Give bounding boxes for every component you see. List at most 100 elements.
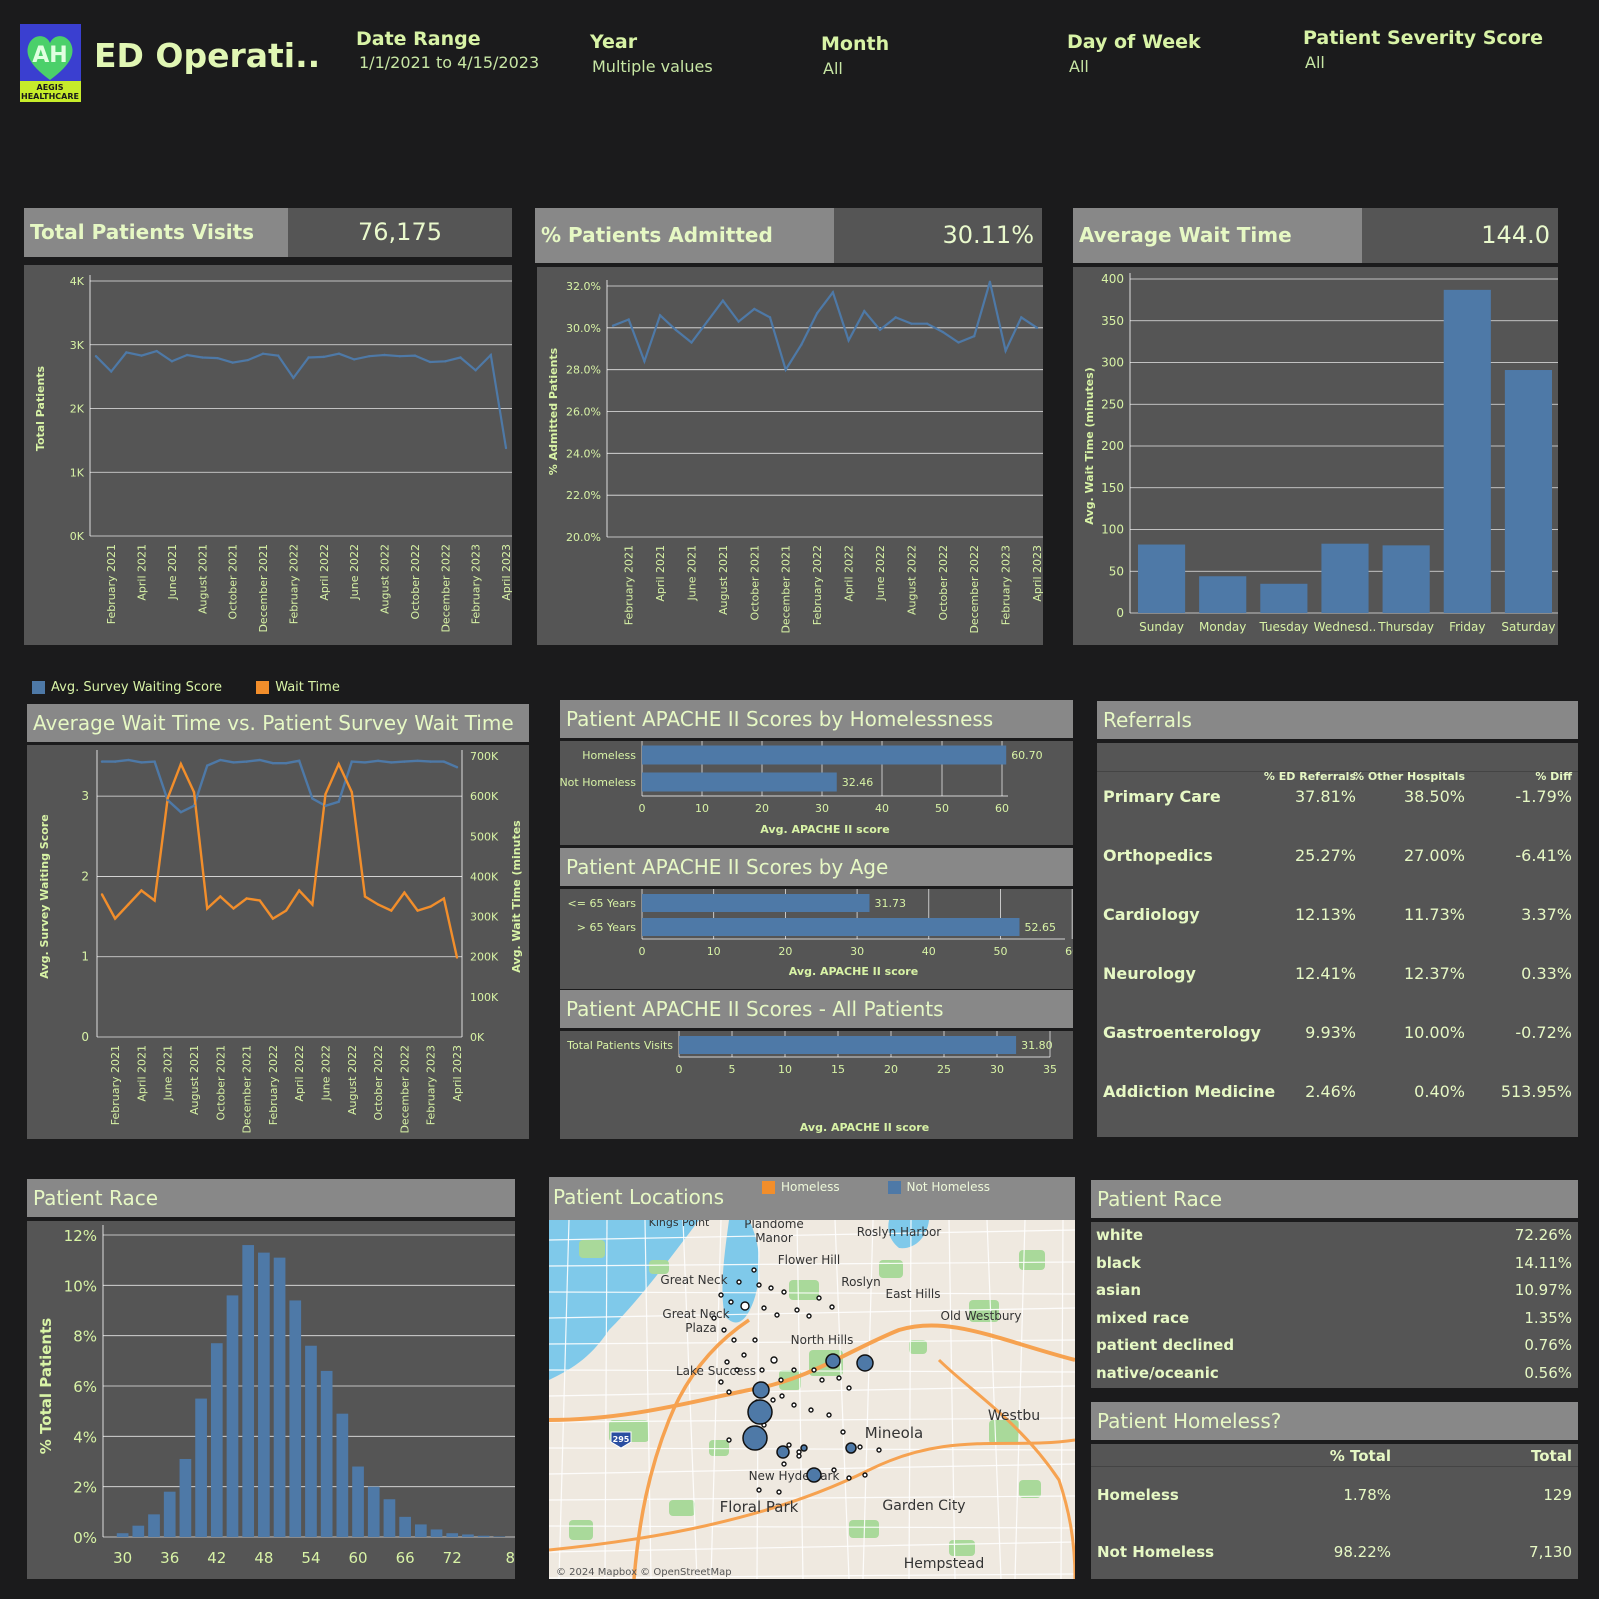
patient-location-dot — [794, 1307, 800, 1313]
data-point — [643, 360, 646, 363]
patient-location-dot — [781, 1461, 787, 1467]
place-label: Manor — [755, 1231, 793, 1245]
filter-label: Day of Week — [1067, 31, 1201, 53]
park-area — [789, 1280, 819, 1300]
cell-value: 10.97% — [1514, 1281, 1572, 1299]
x-tick-label: 0 — [639, 945, 646, 958]
data-point — [127, 758, 130, 762]
race-table: white 72.26% black 14.11% asian 10.97% mixe… — [1091, 1222, 1578, 1388]
patient-location-cluster — [747, 1399, 773, 1425]
row-label: Gastroenterology — [1103, 1023, 1261, 1042]
patient-location-dot — [756, 1282, 762, 1288]
data-point — [390, 909, 393, 912]
data-point — [627, 318, 630, 321]
data-point — [403, 891, 406, 894]
x-tick-label: April 2023 — [500, 544, 512, 601]
patient-location-cluster — [845, 1442, 857, 1454]
y-tick-label: Not Homeless — [560, 776, 636, 789]
data-point — [459, 356, 462, 359]
bar — [116, 1533, 129, 1537]
y-tick-label: 20.0% — [566, 531, 601, 544]
place-label: Plandome — [744, 1220, 804, 1231]
cell-ed: 12.13% — [1294, 905, 1356, 924]
y-tick-label: 200 — [1101, 439, 1124, 453]
x-tick-label: April 2023 — [451, 1045, 464, 1102]
bar — [195, 1398, 207, 1537]
filter-severity-score[interactable]: Patient Severity Score All — [1303, 27, 1543, 72]
park-area — [669, 1500, 695, 1516]
x-tick-label: 30 — [990, 1063, 1004, 1076]
cell-other: 10.00% — [1403, 1023, 1465, 1042]
place-label: Flower Hill — [778, 1253, 841, 1267]
x-tick-label: December 2021 — [241, 1045, 254, 1134]
x-tick-label: April 2022 — [843, 545, 856, 602]
y-axis-title: % Total Patients — [37, 1318, 55, 1455]
bar — [642, 772, 837, 792]
filter-day-of-week[interactable]: Day of Week All — [1067, 31, 1201, 76]
filter-value: All — [823, 59, 843, 78]
data-point — [307, 356, 310, 359]
dual-axis-chart: 0 1 2 3 0K 100K 200K 300K 400K 500K 600K 700K Februa… — [27, 745, 529, 1139]
patient-location-dot — [718, 1379, 724, 1385]
x-tick-label: 50 — [993, 945, 1007, 958]
place-label: Plaza — [685, 1321, 717, 1335]
filter-month[interactable]: Month All — [821, 33, 889, 78]
data-point — [721, 299, 725, 302]
bar — [148, 1514, 160, 1537]
legend-item-not-homeless: Not Homeless — [887, 1180, 990, 1194]
place-label: East Hills — [886, 1287, 941, 1301]
patient-map[interactable]: 295 Kings Point PlandomeManor Roslyn Harbor… — [549, 1220, 1075, 1579]
data-point — [1035, 326, 1039, 330]
data-point — [155, 349, 158, 353]
y2-tick-label: 400K — [470, 870, 499, 883]
x-tick-label: June 2022 — [320, 1045, 333, 1101]
y-tick-label: 1K — [70, 466, 85, 479]
patient-location-dot — [808, 1407, 814, 1413]
data-point — [444, 360, 447, 363]
apache-homeless-title: Patient APACHE II Scores by Homelessness — [560, 700, 1073, 738]
x-tick-label: August 2022 — [905, 545, 918, 615]
data-point — [363, 895, 367, 898]
x-tick-label: 66 — [396, 1549, 415, 1567]
patient-location-cluster — [856, 1354, 874, 1372]
bar — [289, 1300, 302, 1537]
data-point — [429, 905, 432, 908]
svg-text:HEALTHCARE: HEALTHCARE — [21, 92, 79, 101]
y-axis-title: Total Patients — [34, 365, 47, 451]
x-tick-label: February 2023 — [1000, 545, 1013, 625]
patient-location-dot — [791, 1402, 797, 1408]
data-point — [737, 320, 740, 323]
cell-total: 129 — [1543, 1486, 1572, 1504]
patient-location-dot — [776, 1489, 782, 1495]
data-point — [170, 360, 174, 363]
x-tick-label: 60 — [1065, 945, 1073, 958]
x-tick-label: 0 — [639, 802, 646, 815]
patient-location-dot — [721, 1327, 727, 1333]
data-point — [205, 907, 209, 910]
logo: AH AEGIS HEALTHCARE — [20, 24, 81, 102]
x-tick-label: Wednesd.. — [1314, 620, 1377, 634]
x-tick-label: October 2021 — [214, 1045, 227, 1121]
y-axis-title: % Admitted Patients — [547, 347, 560, 475]
filter-date-range[interactable]: Date Range 1/1/2021 to 4/15/2023 — [356, 28, 539, 72]
patient-location-dot — [736, 1279, 742, 1285]
data-point — [831, 291, 835, 294]
data-point — [277, 354, 280, 357]
patient-location-dot — [761, 1305, 767, 1311]
data-point — [113, 917, 117, 920]
bar — [446, 1533, 459, 1537]
cell-other: 12.37% — [1403, 964, 1465, 983]
row-label: black — [1096, 1253, 1141, 1272]
data-point — [192, 804, 196, 807]
data-point — [1004, 349, 1007, 353]
bar — [1138, 544, 1186, 613]
data-point — [455, 766, 459, 769]
place-label: New Hyde Park — [749, 1469, 840, 1483]
row-label: Not Homeless — [1097, 1543, 1215, 1561]
x-tick-label: 30 — [113, 1549, 132, 1567]
y-tick-label: 26.0% — [566, 406, 601, 419]
filter-year[interactable]: Year Multiple values — [590, 31, 713, 76]
y-tick-label: Total Patients Visits — [566, 1039, 673, 1052]
data-point — [322, 355, 325, 359]
bar — [1382, 545, 1430, 613]
